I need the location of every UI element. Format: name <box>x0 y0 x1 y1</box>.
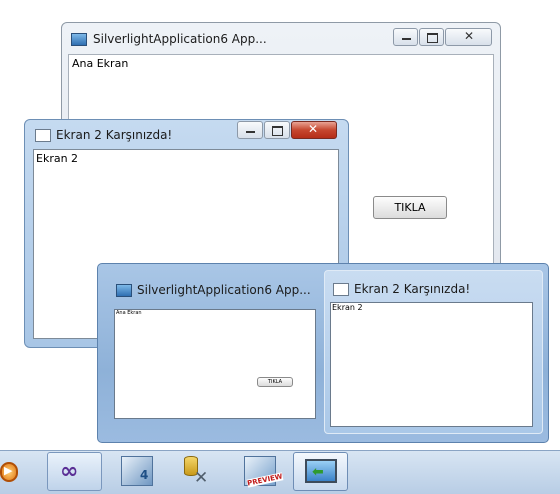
preview-second-label: Ekran 2 <box>332 303 363 312</box>
close-button[interactable]: ✕ <box>291 121 337 139</box>
media-player-button[interactable]: ▶ <box>0 452 26 491</box>
preview-item-second[interactable]: Ekran 2 Karşınızda! Ekran 2 <box>324 270 543 434</box>
visual-studio-button[interactable]: ∞ <box>47 452 102 491</box>
minimize-icon <box>246 131 255 133</box>
maximize-icon <box>427 33 438 43</box>
screen2-label: Ekran 2 <box>36 152 79 165</box>
silverlight-app-button[interactable]: ⬅ <box>293 452 348 491</box>
minimize-button[interactable] <box>237 121 263 139</box>
silverlight-button[interactable]: 4 <box>111 452 166 491</box>
preview-main-thumbnail: Ana Ekran TIKLA <box>114 309 316 419</box>
main-screen-label: Ana Ekran <box>72 57 129 70</box>
close-button[interactable]: ✕ <box>445 28 492 46</box>
tikla-button[interactable]: TIKLA <box>373 196 447 219</box>
visual-studio-icon: ∞ <box>60 459 79 484</box>
preview-tool-button[interactable]: PREVIEW <box>233 452 288 491</box>
taskbar-preview-panel: SilverlightApplication6 App... Ana Ekran… <box>97 263 549 443</box>
maximize-button[interactable] <box>264 121 290 139</box>
close-icon: ✕ <box>464 29 475 43</box>
preview-second-thumbnail: Ekran 2 <box>330 302 533 427</box>
preview-item-main[interactable]: SilverlightApplication6 App... Ana Ekran… <box>108 272 318 438</box>
version-4-icon: 4 <box>140 468 149 482</box>
preview-tikla-button: TIKLA <box>257 377 293 387</box>
second-window-title: Ekran 2 Karşınızda! <box>56 128 173 142</box>
preview-main-title: SilverlightApplication6 App... <box>137 283 311 297</box>
minimize-button[interactable] <box>393 28 418 46</box>
maximize-icon <box>272 126 283 136</box>
main-window-title: SilverlightApplication6 App... <box>93 32 267 46</box>
preview-second-title: Ekran 2 Karşınızda! <box>354 282 471 296</box>
arrow-left-icon: ⬅ <box>312 464 324 480</box>
app-icon <box>71 33 87 46</box>
database-tools-button[interactable]: ✕ <box>172 452 227 491</box>
window-icon <box>35 129 51 142</box>
app-icon <box>116 284 132 297</box>
window-icon <box>333 283 349 296</box>
maximize-button[interactable] <box>419 28 444 46</box>
close-icon: ✕ <box>308 122 319 136</box>
preview-main-label: Ana Ekran <box>116 310 142 316</box>
tools-icon: ✕ <box>194 468 209 488</box>
play-icon: ▶ <box>4 464 13 477</box>
minimize-icon <box>402 38 411 40</box>
